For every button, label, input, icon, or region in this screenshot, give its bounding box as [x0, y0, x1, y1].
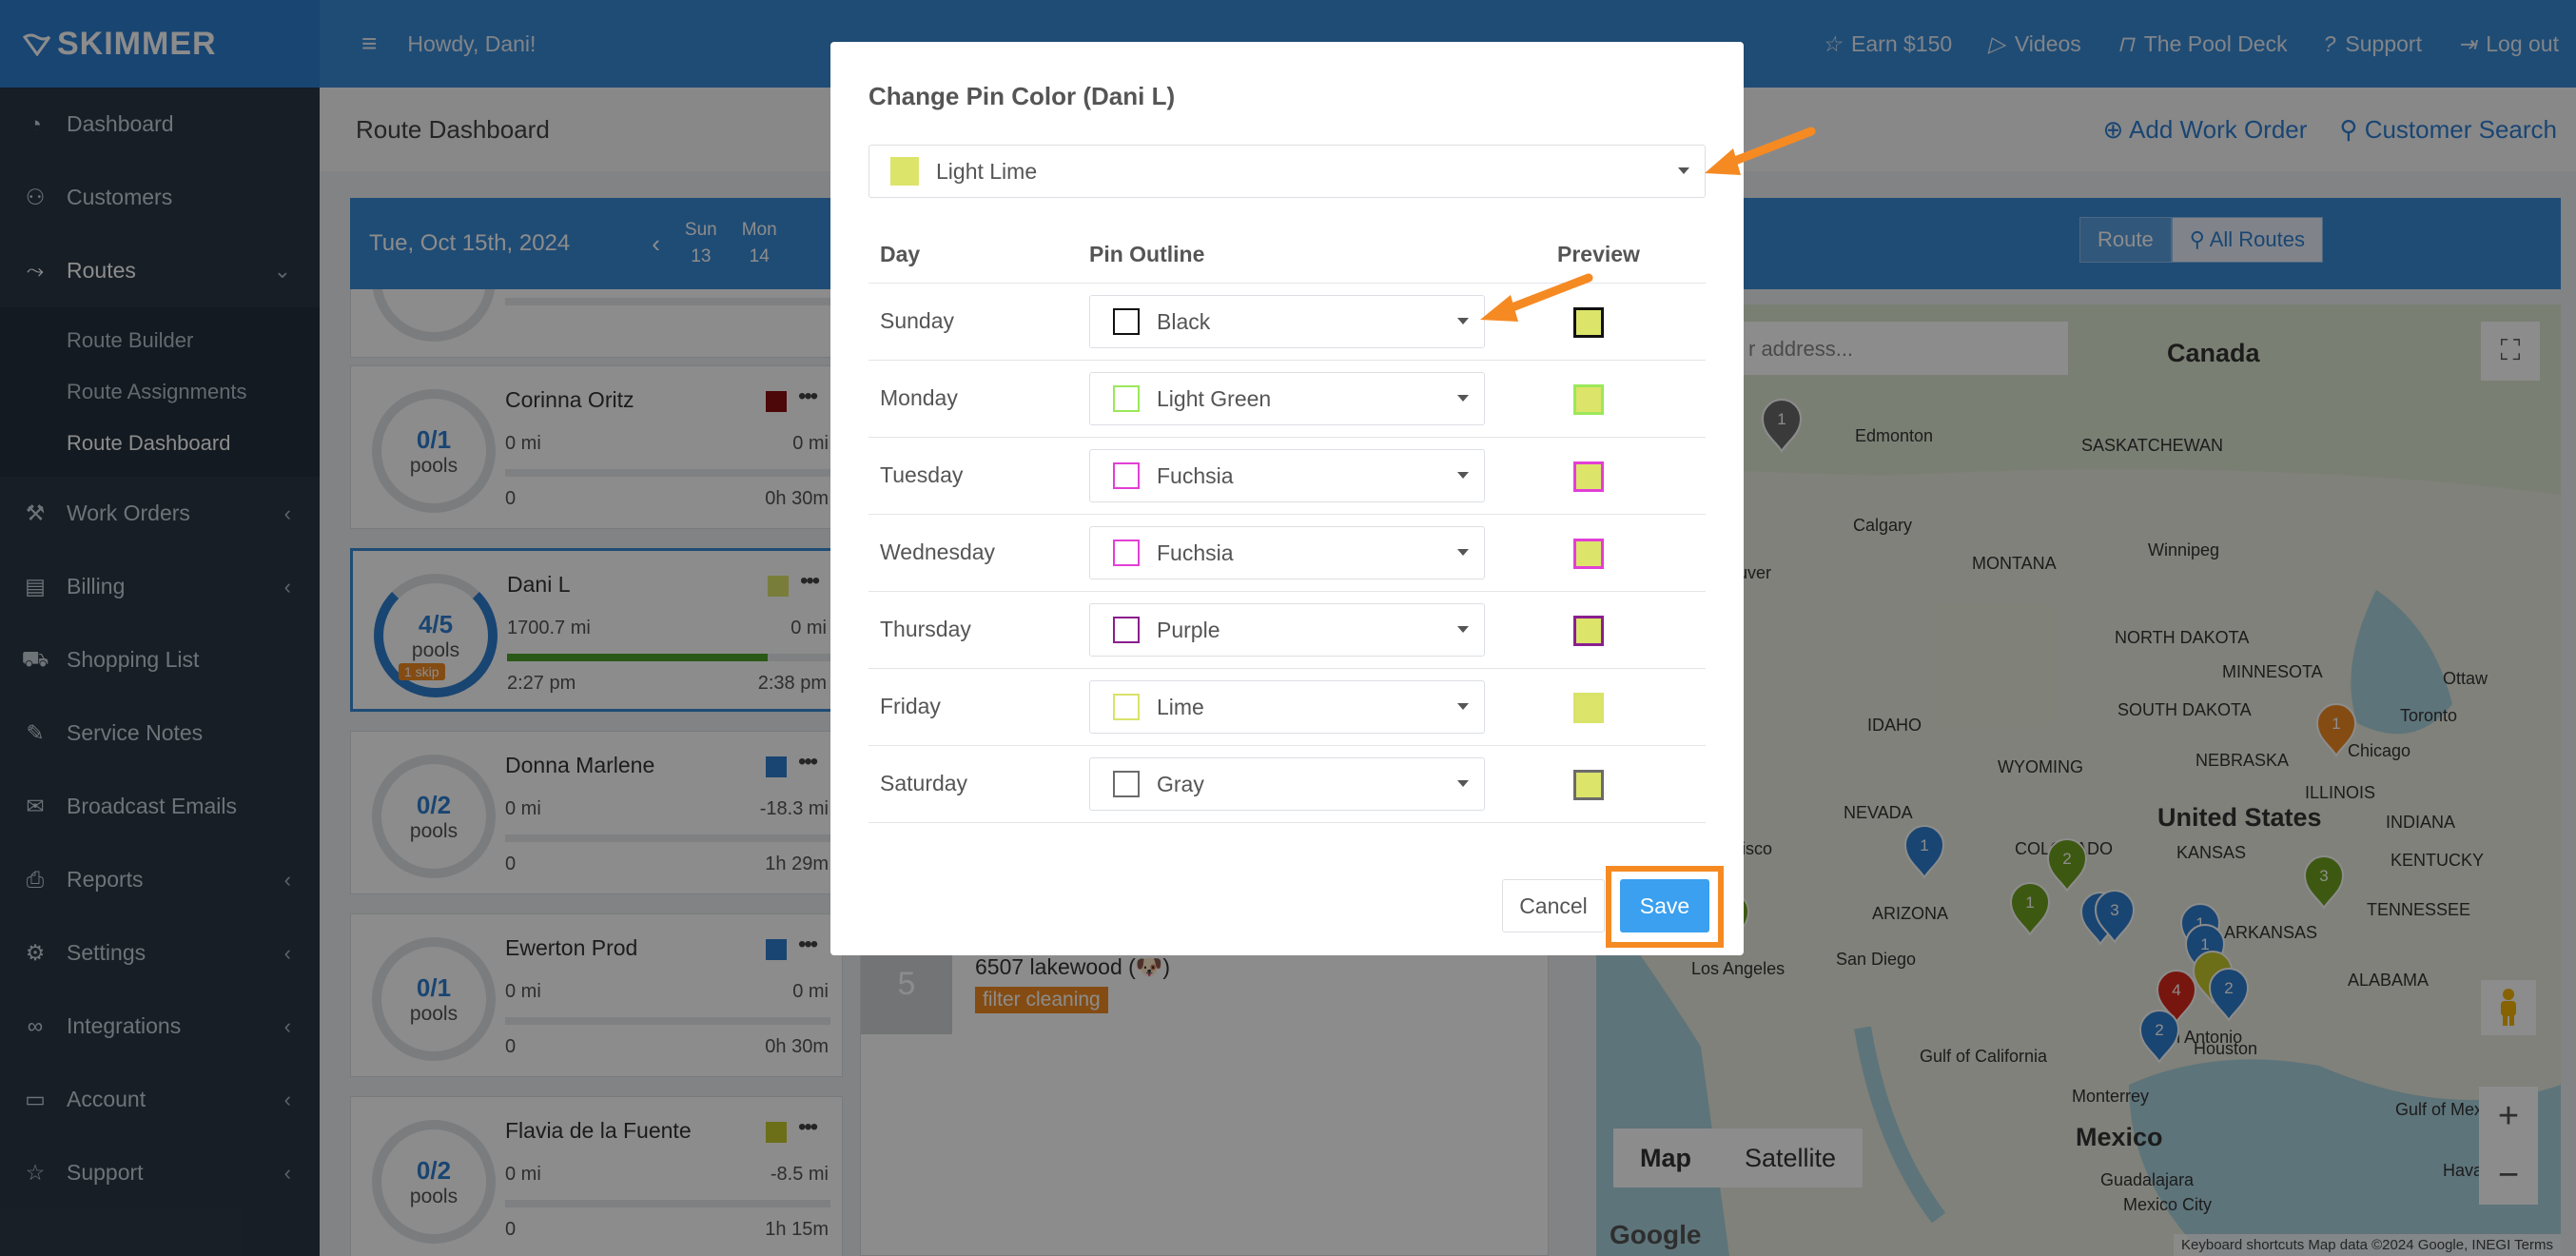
day-label: Monday	[880, 385, 958, 410]
caret-down-icon	[1678, 167, 1689, 174]
color-swatch	[890, 157, 919, 186]
caret-down-icon	[1457, 395, 1469, 402]
caret-down-icon	[1457, 549, 1469, 556]
day-label: Saturday	[880, 771, 968, 795]
pin-preview	[1573, 616, 1604, 646]
outline-swatch	[1113, 308, 1140, 335]
day-label: Thursday	[880, 617, 971, 641]
pin-preview	[1573, 539, 1604, 569]
table-row: Tuesday Fuchsia	[868, 438, 1706, 515]
outline-swatch	[1113, 694, 1140, 720]
pin-color-select[interactable]: Light Lime	[868, 145, 1706, 198]
pin-outline-select[interactable]: Light Green	[1089, 372, 1485, 425]
header-day: Day	[880, 242, 921, 266]
day-label: Wednesday	[880, 540, 996, 564]
save-button[interactable]: Save	[1620, 879, 1709, 932]
outline-swatch	[1113, 771, 1140, 797]
pin-preview	[1573, 461, 1604, 492]
outline-value: Light Green	[1157, 385, 1272, 411]
caret-down-icon	[1457, 472, 1469, 479]
outline-value: Black	[1157, 308, 1211, 334]
pin-preview	[1573, 693, 1604, 723]
day-label: Sunday	[880, 308, 955, 333]
annotation-arrow-icon	[1705, 127, 1816, 175]
caret-down-icon	[1457, 703, 1469, 710]
table-row: Saturday Gray	[868, 746, 1706, 823]
outline-value: Purple	[1157, 617, 1220, 642]
pin-outline-select[interactable]: Fuchsia	[1089, 449, 1485, 502]
table-row: Wednesday Fuchsia	[868, 515, 1706, 592]
table-body: Sunday Black Monday Light Green Tuesday Fuchs…	[868, 284, 1706, 823]
outline-value: Fuchsia	[1157, 462, 1234, 488]
outline-value: Gray	[1157, 771, 1204, 796]
caret-down-icon	[1457, 780, 1469, 787]
pin-color-value: Light Lime	[936, 158, 1038, 184]
pin-outline-select[interactable]: Purple	[1089, 603, 1485, 657]
annotation-arrow-icon	[1480, 273, 1593, 322]
day-label: Friday	[880, 694, 941, 718]
change-pin-color-modal: Change Pin Color (Dani L) Light Lime Day…	[830, 42, 1744, 955]
header-preview: Preview	[1557, 242, 1640, 266]
caret-down-icon	[1457, 318, 1469, 324]
caret-down-icon	[1457, 626, 1469, 633]
outline-swatch	[1113, 385, 1140, 412]
table-row: Friday Lime	[868, 669, 1706, 746]
day-label: Tuesday	[880, 462, 964, 487]
outline-swatch	[1113, 462, 1140, 489]
pin-preview	[1573, 770, 1604, 800]
header-pin-outline: Pin Outline	[1089, 242, 1205, 266]
cancel-button[interactable]: Cancel	[1502, 879, 1605, 932]
table-row: Thursday Purple	[868, 592, 1706, 669]
pin-preview	[1573, 384, 1604, 415]
outline-value: Lime	[1157, 694, 1204, 719]
outline-swatch	[1113, 617, 1140, 643]
pin-outline-select[interactable]: Gray	[1089, 757, 1485, 811]
outline-value: Fuchsia	[1157, 540, 1234, 565]
modal-title: Change Pin Color (Dani L)	[868, 82, 1176, 110]
pin-outline-select[interactable]: Fuchsia	[1089, 526, 1485, 579]
pin-outline-select[interactable]: Black	[1089, 295, 1485, 348]
pin-outline-select[interactable]: Lime	[1089, 680, 1485, 734]
outline-swatch	[1113, 540, 1140, 566]
table-row: Monday Light Green	[868, 361, 1706, 438]
